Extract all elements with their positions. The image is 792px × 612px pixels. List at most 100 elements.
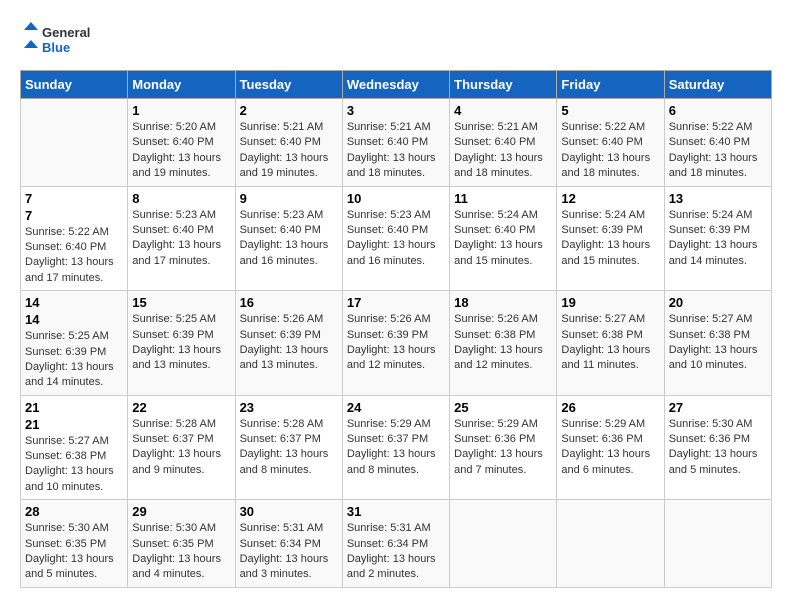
weekday-header-row: SundayMondayTuesdayWednesdayThursdayFrid… (21, 71, 772, 99)
day-number: 17 (347, 295, 445, 310)
day-info: Sunrise: 5:30 AM Sunset: 6:36 PM Dayligh… (669, 417, 767, 479)
day-number: 18 (454, 295, 552, 310)
day-info: Sunrise: 5:25 AM Sunset: 6:39 PM Dayligh… (25, 329, 123, 391)
calendar-cell: 29 Sunrise: 5:30 AM Sunset: 6:35 PM Dayli… (128, 500, 235, 588)
calendar-cell (21, 99, 128, 187)
week-row-3: 14 14 Sunrise: 5:25 AM Sunset: 6:39 PM Day… (21, 291, 772, 396)
calendar-cell: 21 21 Sunrise: 5:27 AM Sunset: 6:38 PM Day… (21, 395, 128, 500)
calendar-cell (557, 500, 664, 588)
week-row-5: 28Sunrise: 5:30 AM Sunset: 6:35 PM Dayli… (21, 500, 772, 588)
day-info: Sunrise: 5:30 AM Sunset: 6:35 PM Dayligh… (132, 521, 230, 583)
weekday-header-thursday: Thursday (450, 71, 557, 99)
day-info: Sunrise: 5:31 AM Sunset: 6:34 PM Dayligh… (347, 521, 445, 583)
day-number: 24 (347, 400, 445, 415)
day-info: Sunrise: 5:20 AM Sunset: 6:40 PM Dayligh… (132, 120, 230, 182)
day-number: 21 (25, 417, 123, 432)
day-number: 14 (25, 312, 123, 327)
day-info: Sunrise: 5:27 AM Sunset: 6:38 PM Dayligh… (25, 434, 123, 496)
day-number: 30 (240, 504, 338, 519)
day-info: Sunrise: 5:29 AM Sunset: 6:36 PM Dayligh… (454, 417, 552, 479)
day-info: Sunrise: 5:24 AM Sunset: 6:39 PM Dayligh… (561, 208, 659, 270)
calendar-cell: 16 Sunrise: 5:26 AM Sunset: 6:39 PM Dayli… (235, 291, 342, 396)
day-number: 29 (132, 504, 230, 519)
day-info: Sunrise: 5:27 AM Sunset: 6:38 PM Dayligh… (561, 312, 659, 374)
day-info: Sunrise: 5:29 AM Sunset: 6:37 PM Dayligh… (347, 417, 445, 479)
day-info: Sunrise: 5:28 AM Sunset: 6:37 PM Dayligh… (132, 417, 230, 479)
day-number: 8 (132, 191, 230, 206)
day-number: 5 (561, 103, 659, 118)
logo-svg: General Blue (20, 20, 100, 60)
calendar-cell: 24 Sunrise: 5:29 AM Sunset: 6:37 PM Dayli… (342, 395, 449, 500)
day-number: 7 (25, 191, 123, 206)
day-info: Sunrise: 5:21 AM Sunset: 6:40 PM Dayligh… (240, 120, 338, 182)
calendar-cell: 2 Sunrise: 5:21 AM Sunset: 6:40 PM Daylig… (235, 99, 342, 187)
day-info: Sunrise: 5:28 AM Sunset: 6:37 PM Dayligh… (240, 417, 338, 479)
calendar-cell: 10Sunrise: 5:23 AM Sunset: 6:40 PM Dayli… (342, 186, 449, 291)
day-number: 13 (669, 191, 767, 206)
day-info: Sunrise: 5:21 AM Sunset: 6:40 PM Dayligh… (347, 120, 445, 182)
calendar-cell: 28Sunrise: 5:30 AM Sunset: 6:35 PM Dayli… (21, 500, 128, 588)
weekday-header-saturday: Saturday (664, 71, 771, 99)
day-info: Sunrise: 5:22 AM Sunset: 6:40 PM Dayligh… (561, 120, 659, 182)
calendar-cell: 13 Sunrise: 5:24 AM Sunset: 6:39 PM Dayli… (664, 186, 771, 291)
weekday-header-monday: Monday (128, 71, 235, 99)
weekday-header-wednesday: Wednesday (342, 71, 449, 99)
calendar-cell: 22Sunrise: 5:28 AM Sunset: 6:37 PM Dayli… (128, 395, 235, 500)
week-row-4: 21 21 Sunrise: 5:27 AM Sunset: 6:38 PM Day… (21, 395, 772, 500)
day-number: 23 (240, 400, 338, 415)
calendar-cell: 19Sunrise: 5:27 AM Sunset: 6:38 PM Dayli… (557, 291, 664, 396)
calendar-cell: 6Sunrise: 5:22 AM Sunset: 6:40 PM Daylig… (664, 99, 771, 187)
day-info: Sunrise: 5:25 AM Sunset: 6:39 PM Dayligh… (132, 312, 230, 374)
calendar-cell: 8 Sunrise: 5:23 AM Sunset: 6:40 PM Daylig… (128, 186, 235, 291)
calendar-cell: 77Sunrise: 5:22 AM Sunset: 6:40 PM Dayli… (21, 186, 128, 291)
day-info: Sunrise: 5:23 AM Sunset: 6:40 PM Dayligh… (132, 208, 230, 270)
calendar-cell: 14 14 Sunrise: 5:25 AM Sunset: 6:39 PM Day… (21, 291, 128, 396)
day-info: Sunrise: 5:24 AM Sunset: 6:39 PM Dayligh… (669, 208, 767, 270)
calendar-cell: 18Sunrise: 5:26 AM Sunset: 6:38 PM Dayli… (450, 291, 557, 396)
day-number: 4 (454, 103, 552, 118)
day-number: 31 (347, 504, 445, 519)
svg-text:General: General (42, 25, 90, 40)
day-number: 2 (240, 103, 338, 118)
calendar-cell: 9Sunrise: 5:23 AM Sunset: 6:40 PM Daylig… (235, 186, 342, 291)
day-number: 20 (669, 295, 767, 310)
calendar-cell (664, 500, 771, 588)
day-number: 1 (132, 103, 230, 118)
day-info: Sunrise: 5:26 AM Sunset: 6:39 PM Dayligh… (240, 312, 338, 374)
day-number: 14 (25, 295, 123, 310)
day-info: Sunrise: 5:31 AM Sunset: 6:34 PM Dayligh… (240, 521, 338, 583)
day-number: 27 (669, 400, 767, 415)
day-number: 3 (347, 103, 445, 118)
logo: General Blue (20, 20, 100, 60)
calendar-cell: 30 Sunrise: 5:31 AM Sunset: 6:34 PM Dayli… (235, 500, 342, 588)
day-number: 21 (25, 400, 123, 415)
day-info: Sunrise: 5:29 AM Sunset: 6:36 PM Dayligh… (561, 417, 659, 479)
calendar-cell: 4 Sunrise: 5:21 AM Sunset: 6:40 PM Daylig… (450, 99, 557, 187)
day-number: 16 (240, 295, 338, 310)
day-info: Sunrise: 5:23 AM Sunset: 6:40 PM Dayligh… (347, 208, 445, 270)
day-number: 6 (669, 103, 767, 118)
calendar-table: SundayMondayTuesdayWednesdayThursdayFrid… (20, 70, 772, 588)
calendar-cell (450, 500, 557, 588)
day-number: 26 (561, 400, 659, 415)
day-number: 12 (561, 191, 659, 206)
day-info: Sunrise: 5:21 AM Sunset: 6:40 PM Dayligh… (454, 120, 552, 182)
calendar-cell: 11Sunrise: 5:24 AM Sunset: 6:40 PM Dayli… (450, 186, 557, 291)
calendar-cell: 25Sunrise: 5:29 AM Sunset: 6:36 PM Dayli… (450, 395, 557, 500)
calendar-cell: 31 Sunrise: 5:31 AM Sunset: 6:34 PM Dayli… (342, 500, 449, 588)
calendar-cell: 17 Sunrise: 5:26 AM Sunset: 6:39 PM Dayli… (342, 291, 449, 396)
calendar-cell: 12 Sunrise: 5:24 AM Sunset: 6:39 PM Dayli… (557, 186, 664, 291)
page-header: General Blue (20, 20, 772, 60)
day-info: Sunrise: 5:22 AM Sunset: 6:40 PM Dayligh… (25, 225, 123, 287)
calendar-cell: 23 Sunrise: 5:28 AM Sunset: 6:37 PM Dayli… (235, 395, 342, 500)
weekday-header-friday: Friday (557, 71, 664, 99)
day-number: 15 (132, 295, 230, 310)
day-info: Sunrise: 5:23 AM Sunset: 6:40 PM Dayligh… (240, 208, 338, 270)
calendar-cell: 1 Sunrise: 5:20 AM Sunset: 6:40 PM Daylig… (128, 99, 235, 187)
weekday-header-tuesday: Tuesday (235, 71, 342, 99)
weekday-header-sunday: Sunday (21, 71, 128, 99)
day-info: Sunrise: 5:26 AM Sunset: 6:39 PM Dayligh… (347, 312, 445, 374)
calendar-cell: 26 Sunrise: 5:29 AM Sunset: 6:36 PM Dayli… (557, 395, 664, 500)
calendar-cell: 27 Sunrise: 5:30 AM Sunset: 6:36 PM Dayli… (664, 395, 771, 500)
svg-text:Blue: Blue (42, 40, 70, 55)
